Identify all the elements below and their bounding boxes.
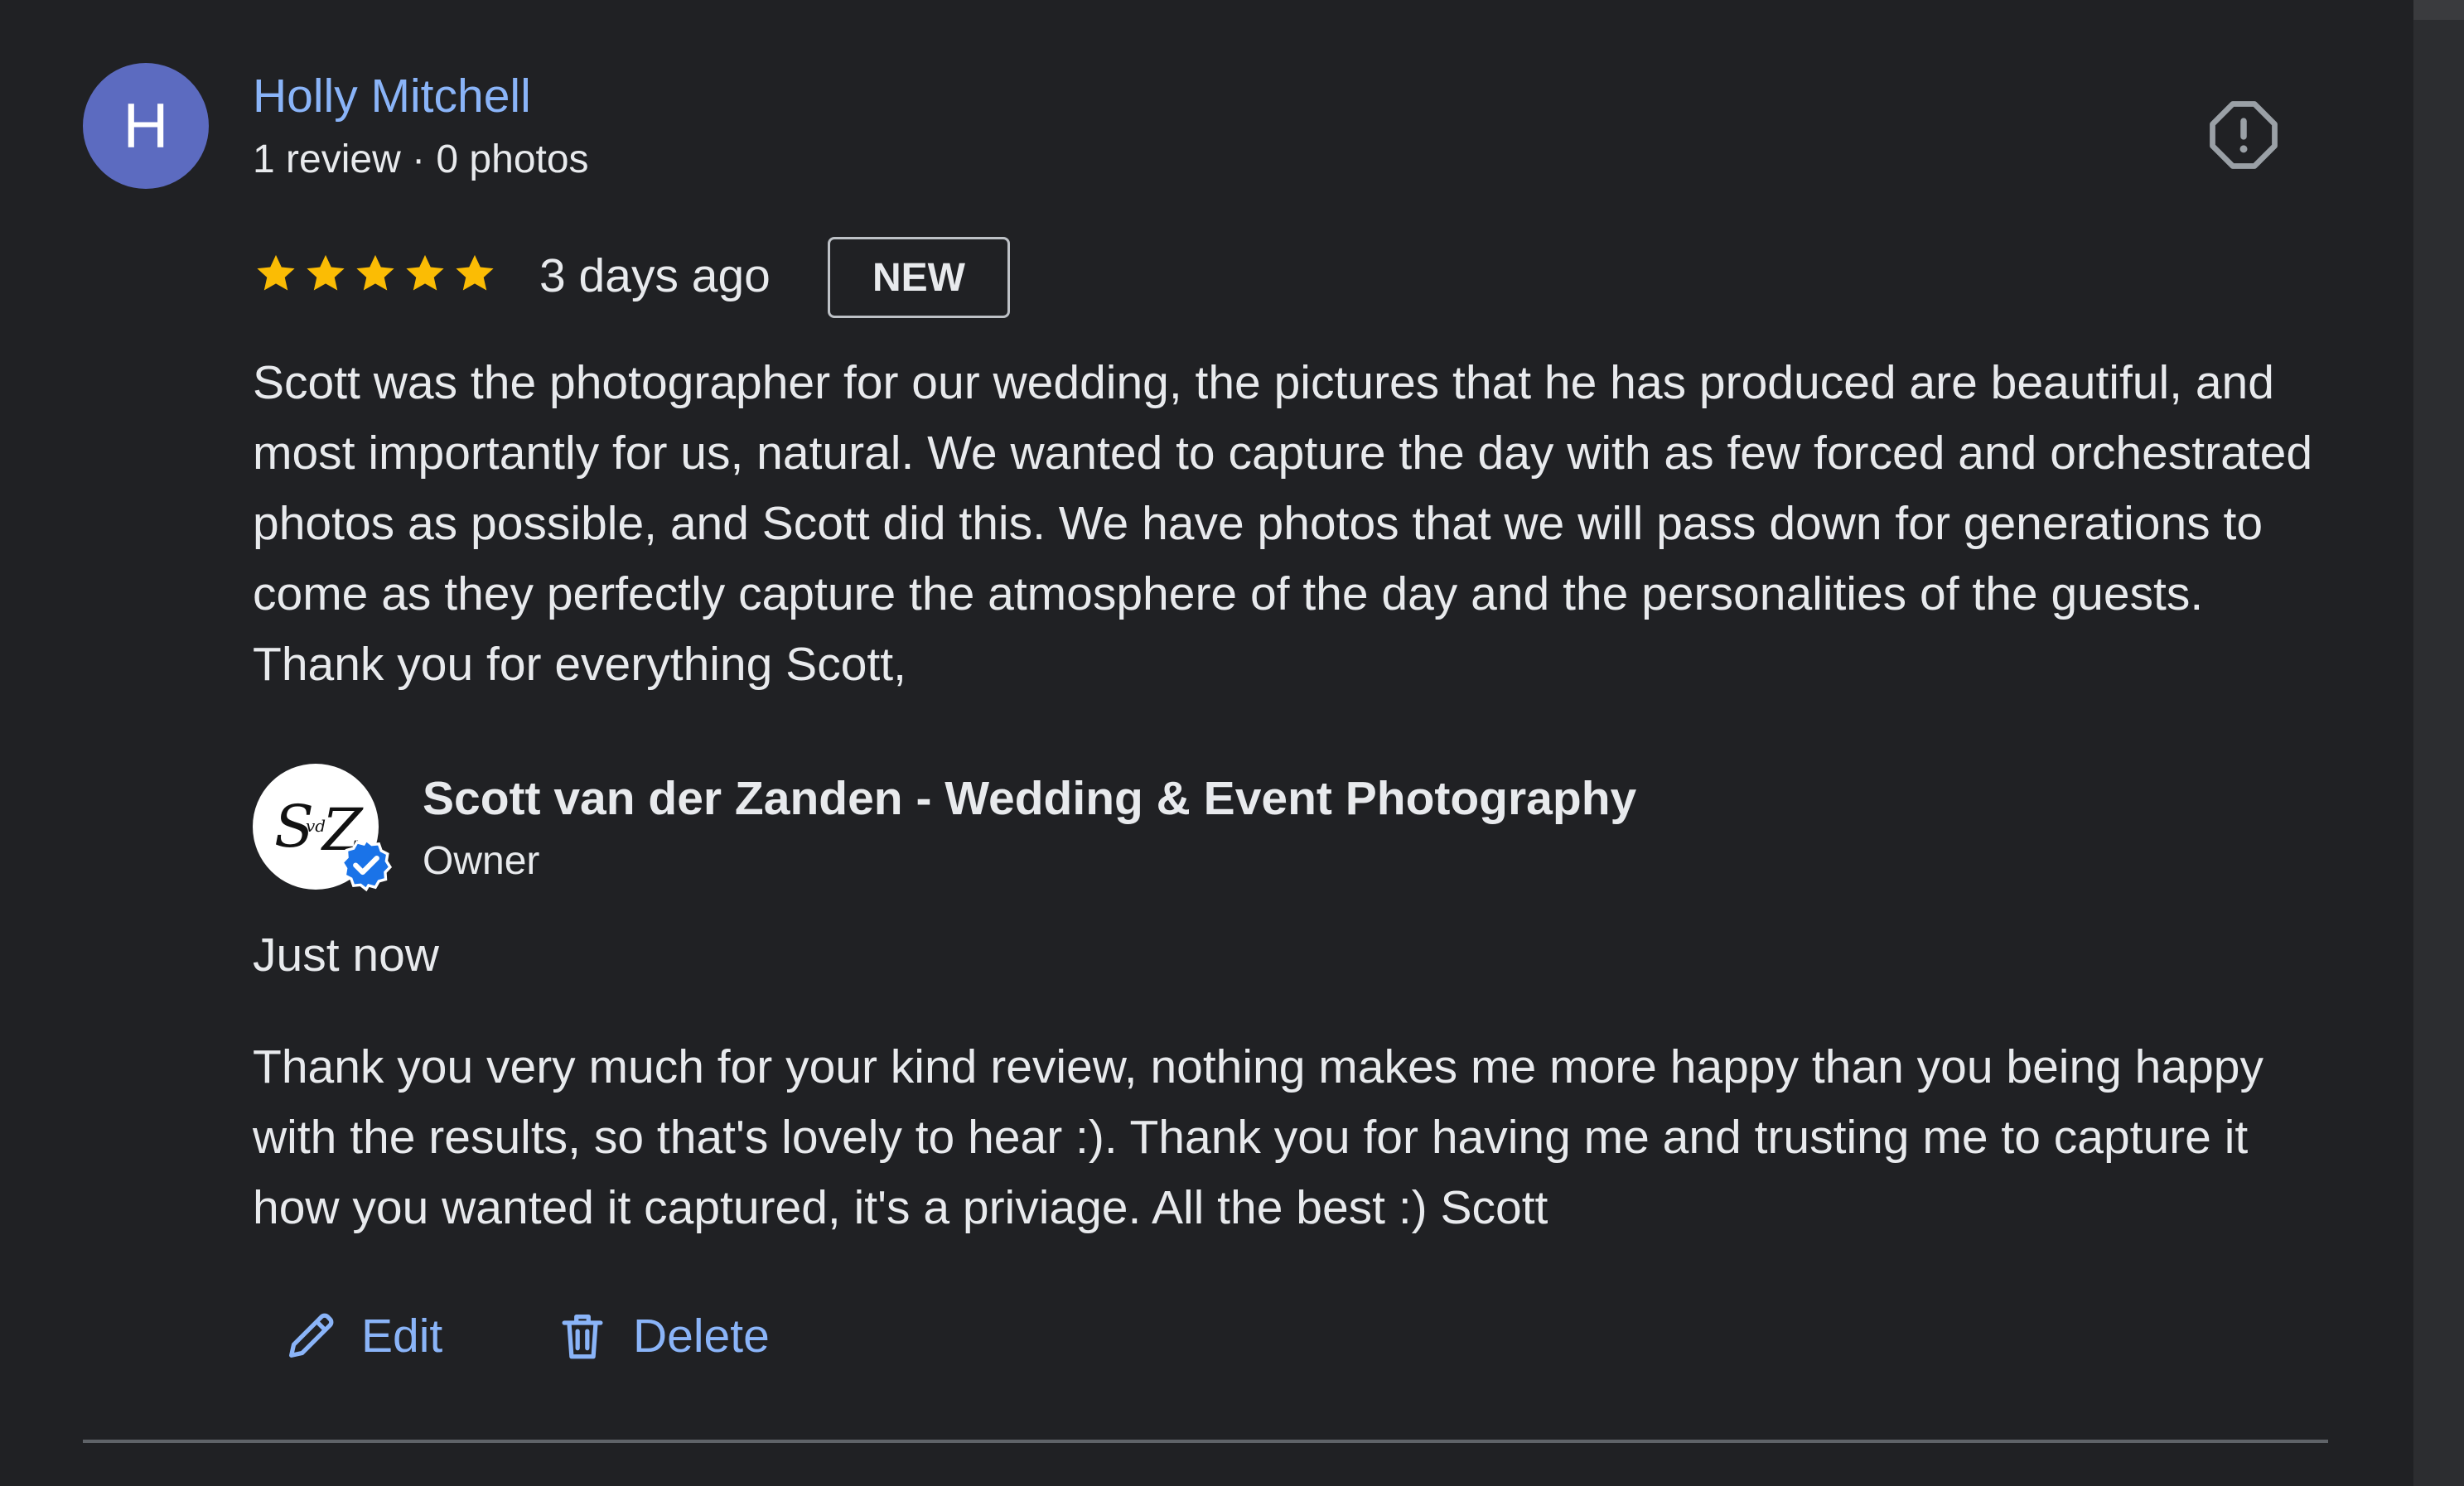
review-card: H Holly Mitchell 1 review · 0 photos 3 d…: [0, 0, 2464, 1486]
review-time: 3 days ago: [539, 249, 771, 302]
new-badge: NEW: [828, 237, 1010, 318]
star-icon: [356, 254, 394, 291]
divider: [83, 1440, 2328, 1443]
delete-button[interactable]: Delete: [553, 1299, 770, 1373]
reviewer-avatar[interactable]: H: [83, 63, 209, 189]
star-icon: [406, 254, 444, 291]
edit-label: Edit: [361, 1310, 443, 1363]
pencil-icon: [289, 1313, 334, 1358]
star-icon: [257, 254, 295, 291]
owner-role: Owner: [423, 839, 540, 883]
scrollbar-track[interactable]: [2413, 0, 2464, 1486]
star-icon: [307, 254, 345, 291]
reviewer-meta: 1 review · 0 photos: [253, 138, 589, 181]
reply-text: Thank you very much for your kind review…: [253, 1040, 2263, 1234]
reviewer-name-link[interactable]: Holly Mitchell: [253, 66, 531, 126]
report-flag-icon[interactable]: [2206, 98, 2281, 172]
review-text: Scott was the photographer for our weddi…: [253, 356, 2313, 691]
trash-icon: [562, 1315, 603, 1359]
reply-time: Just now: [253, 929, 439, 982]
verified-badge-icon: [340, 837, 393, 892]
reviewer-avatar-letter: H: [123, 90, 169, 162]
delete-label: Delete: [633, 1310, 770, 1363]
star-icon: [456, 254, 494, 291]
owner-name[interactable]: Scott van der Zanden - Wedding & Event P…: [423, 769, 1636, 828]
star-rating: [253, 250, 498, 300]
scrollbar-thumb[interactable]: [2413, 0, 2464, 20]
edit-button[interactable]: Edit: [282, 1299, 442, 1373]
